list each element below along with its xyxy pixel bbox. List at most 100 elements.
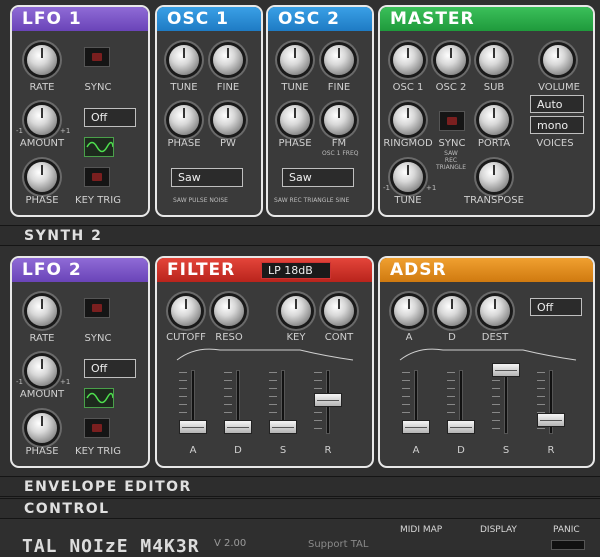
- osc2-waveform-select[interactable]: Saw: [282, 168, 354, 187]
- osc1-pw-knob[interactable]: [213, 105, 243, 135]
- filter-d-label: D: [234, 445, 242, 456]
- lfo1-rate-knob[interactable]: [27, 45, 57, 75]
- version-label: V 2.00: [214, 538, 247, 549]
- adsr-slider-tick: [447, 404, 455, 405]
- master-sync-toggle[interactable]: [439, 111, 465, 131]
- master-voices-select[interactable]: mono: [530, 116, 584, 134]
- envelope-editor-section-header[interactable]: ENVELOPE EDITOR: [0, 476, 600, 497]
- lfo2-amount-knob[interactable]: [27, 356, 57, 386]
- adsr-slider-tick: [537, 396, 545, 397]
- master-sub-knob[interactable]: [479, 45, 509, 75]
- osc1-phase-knob[interactable]: [169, 105, 199, 135]
- filter-slider-tick: [179, 404, 187, 405]
- adsr-slider-d[interactable]: [447, 420, 475, 434]
- master-ringmod-knob[interactable]: [393, 105, 423, 135]
- synth-window: LFO 1 RATE SYNC -1 +1 AMOUNT Off PHASE K…: [0, 0, 600, 557]
- lfo2-sync-toggle[interactable]: [84, 298, 110, 318]
- adsr-slider-a[interactable]: [402, 420, 430, 434]
- adsr-slider-a-label: A: [412, 445, 420, 456]
- osc1-title: OSC 1: [157, 7, 261, 31]
- osc2-fine-knob[interactable]: [324, 45, 354, 75]
- display-label: DISPLAY: [480, 525, 517, 535]
- osc1-tune-knob[interactable]: [169, 45, 199, 75]
- lfo1-waveform-selector[interactable]: [84, 137, 114, 157]
- support-link[interactable]: Support TAL: [308, 539, 368, 550]
- master-osc2-label: OSC 2: [435, 82, 467, 93]
- lfo2-waveform-selector[interactable]: [84, 388, 114, 408]
- lfo1-sync-toggle[interactable]: [84, 47, 110, 67]
- osc1-phase-label: PHASE: [167, 138, 201, 149]
- lfo2-key-trig-toggle[interactable]: [84, 418, 110, 438]
- adsr-slider-r[interactable]: [537, 413, 565, 428]
- adsr-slider-tick: [402, 396, 410, 397]
- osc1-fine-knob[interactable]: [213, 45, 243, 75]
- sine-wave-icon: [86, 392, 114, 404]
- master-osc1-knob[interactable]: [393, 45, 423, 75]
- filter-slider-a[interactable]: [179, 420, 207, 434]
- filter-s-label: S: [279, 445, 287, 456]
- filter-slider-tick: [269, 388, 277, 389]
- lfo2-phase-knob[interactable]: [27, 413, 57, 443]
- master-sync-label: SYNC: [438, 138, 466, 149]
- osc1-waveform-select[interactable]: Saw: [171, 168, 243, 187]
- filter-slider-tick: [179, 380, 187, 381]
- adsr-slider-s[interactable]: [492, 363, 520, 377]
- adsr-slider-tick: [537, 388, 545, 389]
- osc2-fm-knob[interactable]: [324, 105, 354, 135]
- adsr-slider-tick: [447, 372, 455, 373]
- lfo1-key-trig-toggle[interactable]: [84, 167, 110, 187]
- master-panel: MASTER OSC 1 OSC 2 SUB VOLUME RINGMOD SY…: [378, 5, 595, 217]
- master-volume-knob[interactable]: [543, 45, 573, 75]
- adsr-slider-tick: [537, 372, 545, 373]
- adsr-slider-tick: [447, 412, 455, 413]
- osc1-pw-label: PW: [220, 138, 236, 149]
- filter-slider-tick: [314, 428, 322, 429]
- master-tune-knob[interactable]: [393, 162, 423, 192]
- master-tune-max: +1: [426, 184, 437, 192]
- filter-slider-tick: [269, 396, 277, 397]
- lfo1-phase-label: PHASE: [25, 195, 59, 206]
- lfo2-rate-knob[interactable]: [27, 296, 57, 326]
- master-porta-knob[interactable]: [479, 105, 509, 135]
- filter-slider-d[interactable]: [224, 420, 252, 434]
- adsr-slider-tick: [537, 380, 545, 381]
- master-porta-label: PORTA: [477, 138, 511, 149]
- synth2-section-header[interactable]: SYNTH 2: [0, 225, 600, 246]
- lfo1-amount-knob[interactable]: [27, 105, 57, 135]
- osc2-fm-label: FM: [331, 138, 347, 149]
- osc2-tune-knob[interactable]: [280, 45, 310, 75]
- master-sub-label: SUB: [483, 82, 505, 93]
- osc1-waveform-options: SAW PULSE NOISE: [173, 197, 228, 204]
- filter-slider-tick: [179, 372, 187, 373]
- adsr-panel: ADSR A D DEST Off A D S R: [378, 256, 595, 468]
- lfo2-key-trig-label: KEY TRIG: [75, 446, 121, 457]
- master-title: MASTER: [380, 7, 593, 31]
- filter-slider-r[interactable]: [314, 392, 342, 407]
- osc1-panel: OSC 1 TUNE FINE PHASE PW Saw SAW PULSE N…: [155, 5, 263, 217]
- filter-slider-tick: [224, 396, 232, 397]
- osc2-tune-label: TUNE: [281, 82, 309, 93]
- lfo1-amount-dest-select[interactable]: Off: [84, 108, 136, 127]
- adsr-slider-tick: [537, 428, 545, 429]
- panic-label: PANIC: [553, 525, 580, 535]
- master-transpose-knob[interactable]: [479, 162, 509, 192]
- adsr-slider-tick: [492, 428, 500, 429]
- master-osc2-knob[interactable]: [436, 45, 466, 75]
- adsr-slider-tick: [402, 372, 410, 373]
- lfo2-amount-dest-select[interactable]: Off: [84, 359, 136, 378]
- lfo1-amount-label: AMOUNT: [19, 138, 65, 149]
- control-section-header[interactable]: CONTROL: [0, 498, 600, 519]
- panic-button[interactable]: [551, 540, 585, 550]
- filter-env-sliders: [157, 258, 372, 466]
- adsr-slider-tick: [447, 396, 455, 397]
- master-porta-mode-select[interactable]: Auto: [530, 95, 584, 113]
- master-tune-label: TUNE: [394, 195, 422, 206]
- adsr-slider-tick: [402, 404, 410, 405]
- filter-slider-tick: [269, 372, 277, 373]
- lfo2-sync-label: SYNC: [84, 333, 112, 344]
- lfo2-amount-max: +1: [60, 378, 71, 386]
- lfo1-phase-knob[interactable]: [27, 162, 57, 192]
- osc2-phase-knob[interactable]: [280, 105, 310, 135]
- filter-slider-tick: [314, 412, 322, 413]
- filter-slider-s[interactable]: [269, 420, 297, 434]
